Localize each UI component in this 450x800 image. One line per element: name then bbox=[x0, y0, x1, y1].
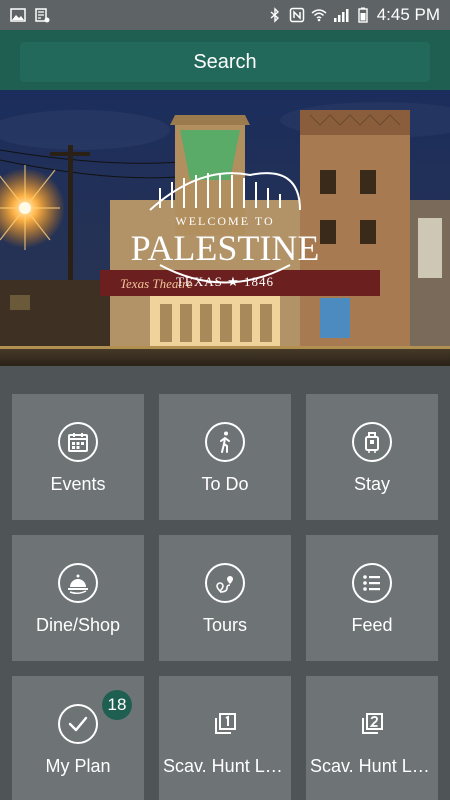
calendar-icon bbox=[58, 422, 98, 462]
bluetooth-icon bbox=[267, 7, 283, 23]
tile-events[interactable]: Events bbox=[12, 394, 144, 520]
tile-my-plan[interactable]: 18 My Plan bbox=[12, 676, 144, 800]
sign-main-text: PALESTINE bbox=[131, 228, 320, 268]
cloche-icon bbox=[58, 563, 98, 603]
tile-stay[interactable]: Stay bbox=[306, 394, 438, 520]
filter-2-icon bbox=[352, 704, 392, 744]
wifi-icon bbox=[311, 7, 327, 23]
tile-label: Events bbox=[50, 474, 106, 494]
sign-top-text: WELCOME TO bbox=[175, 214, 274, 228]
status-bar: 4:45 PM bbox=[0, 0, 450, 30]
tile-to-do[interactable]: To Do bbox=[159, 394, 291, 520]
nfc-icon bbox=[289, 7, 305, 23]
filter-1-icon bbox=[205, 704, 245, 744]
tile-label: My Plan bbox=[45, 756, 111, 776]
header: Search bbox=[0, 30, 450, 90]
tile-label: Dine/Shop bbox=[35, 615, 121, 635]
list-icon bbox=[352, 563, 392, 603]
luggage-icon bbox=[352, 422, 392, 462]
tile-scav-hunt-lv2[interactable]: Scav. Hunt Lv... bbox=[306, 676, 438, 800]
tile-label: Stay bbox=[353, 474, 391, 494]
search-label: Search bbox=[193, 50, 257, 73]
notification-badge: 18 bbox=[102, 690, 132, 720]
signal-icon bbox=[333, 7, 349, 23]
search-button[interactable]: Search bbox=[20, 42, 430, 82]
sign-bottom-text: TEXAS ★ 1846 bbox=[176, 274, 274, 289]
tile-tours[interactable]: Tours bbox=[159, 535, 291, 661]
battery-icon bbox=[355, 7, 371, 23]
walking-person-icon bbox=[205, 422, 245, 462]
tile-label: Scav. Hunt Lv... bbox=[163, 756, 287, 776]
tile-label: To Do bbox=[201, 474, 249, 494]
tile-dine-shop[interactable]: Dine/Shop bbox=[12, 535, 144, 661]
hero-image: Texas Theatre WELCOME TO PALESTINE TEXAS… bbox=[0, 90, 450, 366]
tile-label: Tours bbox=[202, 615, 247, 635]
status-time: 4:45 PM bbox=[376, 5, 440, 24]
checkmark-icon bbox=[58, 704, 98, 744]
tile-label: Feed bbox=[351, 615, 393, 635]
route-icon bbox=[205, 563, 245, 603]
tile-scav-hunt-lv1[interactable]: Scav. Hunt Lv... bbox=[159, 676, 291, 800]
cast-icon bbox=[34, 7, 50, 23]
tile-label: Scav. Hunt Lv... bbox=[310, 756, 434, 776]
image-icon bbox=[10, 7, 26, 23]
tile-feed[interactable]: Feed bbox=[306, 535, 438, 661]
